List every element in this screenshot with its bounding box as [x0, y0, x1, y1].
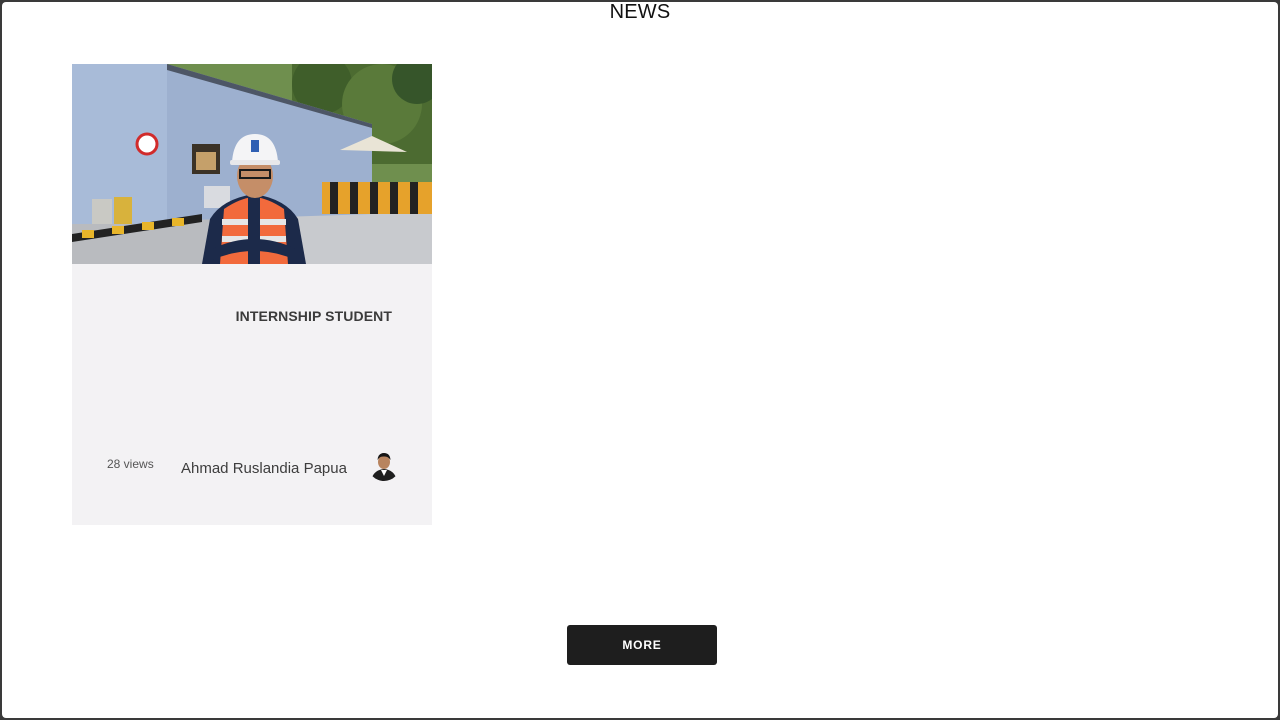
views-count: 28 views [107, 457, 154, 471]
news-card-title[interactable]: INTERNSHIP STUDENT [72, 308, 392, 324]
news-card-image[interactable] [72, 64, 432, 264]
page: NEWS INTERNSHIP STUDENT 28 views Ahmad R… [2, 2, 1278, 718]
worker-photo-icon [72, 64, 432, 264]
more-button[interactable]: MORE [567, 625, 717, 665]
author-name[interactable]: Ahmad Ruslandia Papua [181, 460, 347, 477]
news-card[interactable]: INTERNSHIP STUDENT 28 views Ahmad Ruslan… [72, 64, 432, 525]
author-avatar-icon [368, 449, 400, 481]
section-title: NEWS [609, 2, 671, 23]
author-avatar[interactable] [368, 449, 400, 481]
